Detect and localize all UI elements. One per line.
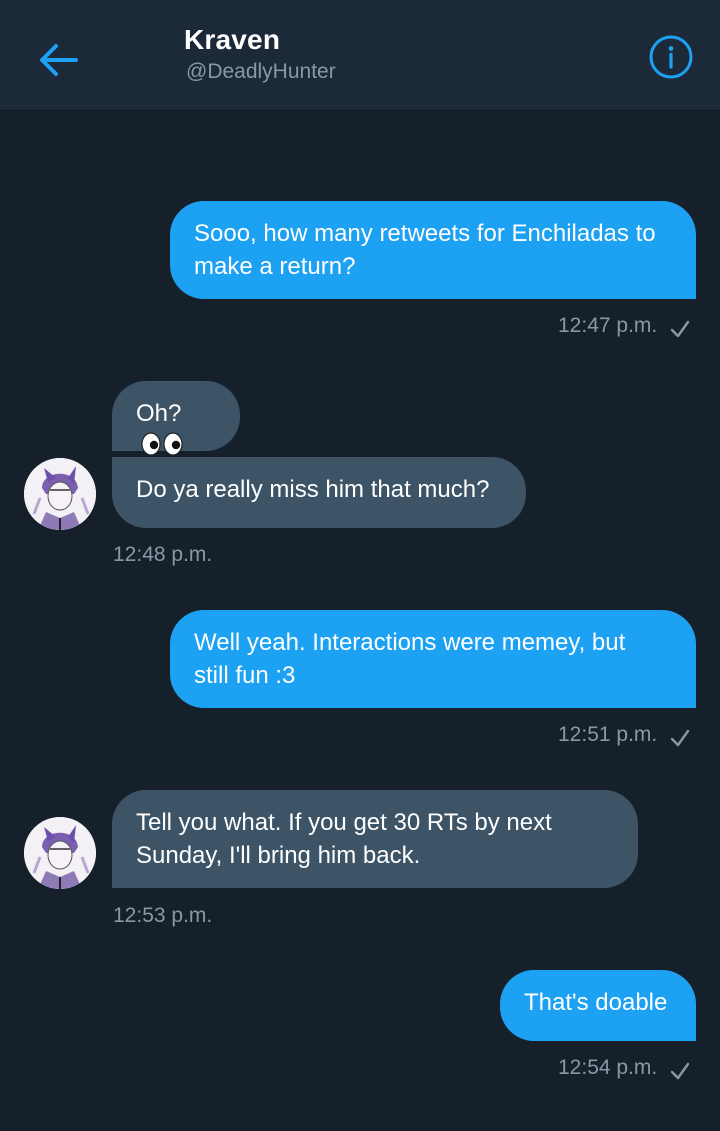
outgoing-message[interactable]: Sooo, how many retweets for Enchiladas t… <box>170 201 696 299</box>
avatar-icon <box>24 458 96 530</box>
message-line: Tell you what. If you get 30 RTs by next <box>136 809 552 836</box>
info-button[interactable] <box>648 34 694 80</box>
message-timestamp: 12:47 p.m. <box>558 314 658 337</box>
incoming-message[interactable]: Oh? <box>112 381 240 456</box>
message-line: Sunday, I'll bring him back. <box>136 842 421 869</box>
conversation-title[interactable]: Kraven <box>184 24 280 56</box>
checkmark-icon <box>670 1062 690 1080</box>
outgoing-message[interactable]: That's doable <box>500 970 696 1041</box>
message-timestamp: 12:51 p.m. <box>558 723 658 746</box>
arrow-left-icon <box>40 44 78 76</box>
message-line: That's doable <box>524 989 668 1016</box>
checkmark-icon <box>670 320 690 338</box>
conversation-header: Kraven @DeadlyHunter <box>0 0 720 110</box>
message-timestamp: 12:54 p.m. <box>558 1056 658 1079</box>
avatar-icon <box>24 817 96 889</box>
checkmark-icon <box>670 729 690 747</box>
message-line: still fun :3 <box>194 662 296 689</box>
conversation-handle[interactable]: @DeadlyHunter <box>186 60 336 84</box>
avatar[interactable] <box>24 817 96 889</box>
incoming-message[interactable]: Tell you what. If you get 30 RTs by next… <box>112 790 638 888</box>
avatar[interactable] <box>24 458 96 530</box>
message-timestamp: 12:53 p.m. <box>113 904 213 927</box>
message-timestamp: 12:48 p.m. <box>113 543 213 566</box>
message-text: Oh? <box>136 400 182 427</box>
outgoing-message[interactable]: Well yeah. Interactions were memey, but … <box>170 610 696 708</box>
info-circle-icon <box>649 35 693 79</box>
message-line: Well yeah. Interactions were memey, but <box>194 629 626 656</box>
message-text: Do ya really miss him that much? <box>136 476 490 503</box>
back-button[interactable] <box>32 34 84 86</box>
message-line: make a return? <box>194 253 356 280</box>
incoming-message[interactable]: Do ya really miss him that much? <box>112 457 526 528</box>
message-line: Sooo, how many retweets for Enchiladas t… <box>194 220 656 247</box>
